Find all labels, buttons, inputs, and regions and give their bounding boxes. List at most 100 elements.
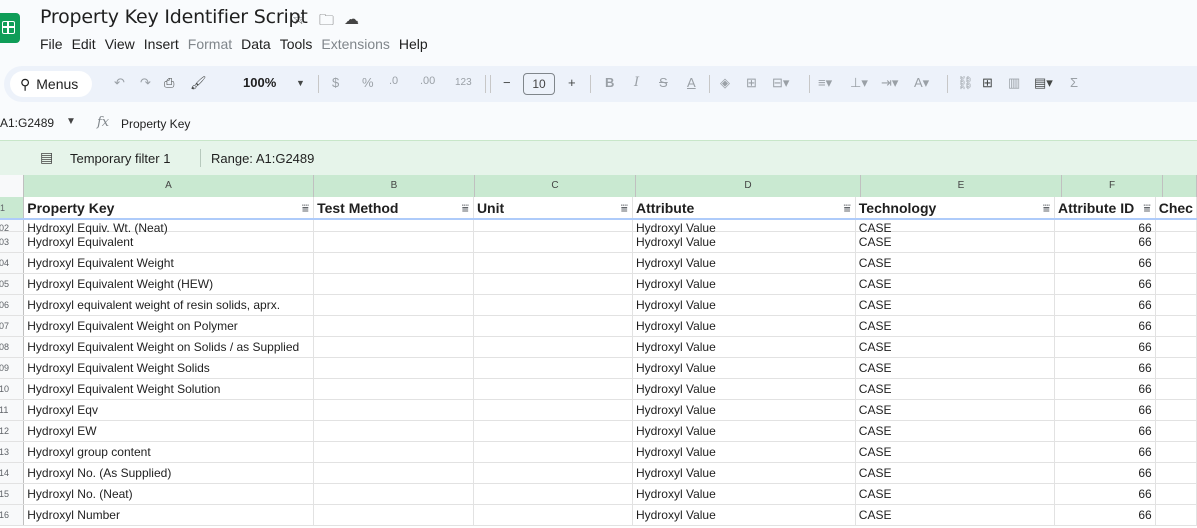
cell-a[interactable]: Hydroxyl group content (23, 441, 315, 463)
cell-a[interactable]: Hydroxyl Equivalent Weight (HEW) (23, 273, 315, 295)
cell-g[interactable] (1155, 483, 1197, 505)
menu-help[interactable]: Help (399, 36, 435, 52)
cell-c[interactable] (473, 378, 633, 400)
sheets-logo-icon[interactable] (0, 13, 20, 43)
row-number[interactable]: 503 (0, 231, 25, 253)
cell-f[interactable]: 66 (1054, 336, 1156, 358)
row-number[interactable]: 508 (0, 336, 25, 358)
cell-c[interactable] (473, 441, 633, 463)
cell-g[interactable] (1155, 462, 1197, 484)
filter-icon[interactable]: ⩸ (1043, 201, 1050, 216)
cell-f[interactable]: 66 (1054, 294, 1156, 316)
cell-d[interactable]: Hydroxyl Value (632, 462, 856, 484)
cell-d[interactable]: Hydroxyl Value (632, 399, 856, 421)
cell-a[interactable]: Hydroxyl Equivalent Weight on Solids / a… (23, 336, 315, 358)
cell-a[interactable]: Hydroxyl No. (Neat) (23, 483, 315, 505)
cell-d[interactable]: Hydroxyl Value (632, 420, 856, 442)
cell-g[interactable] (1155, 315, 1197, 337)
menu-extensions[interactable]: Extensions (321, 36, 396, 52)
header-cell[interactable]: Attribute ⩸ (632, 197, 856, 220)
cell-a[interactable]: Hydroxyl Equivalent Weight Solids (23, 357, 315, 379)
cell-a[interactable]: Hydroxyl No. (As Supplied) (23, 462, 315, 484)
row-number[interactable]: 502 (0, 219, 25, 232)
cell-b[interactable] (313, 336, 474, 358)
cell-c[interactable] (473, 219, 633, 232)
cell-g[interactable] (1155, 441, 1197, 463)
column-header-d[interactable]: D (636, 175, 861, 197)
cell-e[interactable]: CASE (855, 336, 1055, 358)
cell-d[interactable]: Hydroxyl Value (632, 504, 856, 526)
fill-color-icon[interactable]: ◈ (720, 75, 730, 91)
cell-e[interactable]: CASE (855, 252, 1055, 274)
header-cell[interactable]: Test Method ⩸ (313, 197, 474, 220)
cell-c[interactable] (473, 294, 633, 316)
menu-insert[interactable]: Insert (144, 36, 186, 52)
cell-g[interactable] (1155, 357, 1197, 379)
cell-b[interactable] (313, 219, 474, 232)
cell-c[interactable] (473, 399, 633, 421)
cell-e[interactable]: CASE (855, 315, 1055, 337)
cell-a[interactable]: Hydroxyl Equivalent Weight (23, 252, 315, 274)
cell-e[interactable]: CASE (855, 462, 1055, 484)
strikethrough-icon[interactable]: S (659, 75, 668, 90)
zoom-select[interactable]: 100% (243, 75, 276, 90)
row-number[interactable]: 505 (0, 273, 25, 295)
bold-button[interactable]: B (605, 75, 614, 90)
text-color-icon[interactable]: A (687, 75, 696, 90)
cell-d[interactable]: Hydroxyl Value (632, 315, 856, 337)
row-number[interactable]: 515 (0, 483, 25, 505)
cell-f[interactable]: 66 (1054, 462, 1156, 484)
cell-d[interactable]: Hydroxyl Value (632, 219, 856, 234)
cell-g[interactable] (1155, 252, 1197, 274)
filter-icon[interactable]: ⩸ (1143, 201, 1150, 216)
cloud-status-icon[interactable]: ☁ (344, 10, 359, 28)
cell-b[interactable] (313, 399, 474, 421)
cell-d[interactable]: Hydroxyl Value (632, 336, 856, 358)
cell-f[interactable]: 66 (1054, 219, 1156, 234)
cell-c[interactable] (473, 357, 633, 379)
cell-f[interactable]: 66 (1054, 252, 1156, 274)
sheet-grid[interactable]: 1 Property Key ⩸ Test Method ⩸ Unit ⩸ Attribute… (0, 197, 1197, 528)
cell-f[interactable]: 66 (1054, 315, 1156, 337)
borders-icon[interactable]: ⊞ (746, 75, 757, 91)
move-folder-icon[interactable]: 🗀 (319, 10, 334, 35)
cell-e[interactable]: CASE (855, 219, 1055, 234)
menus-search-button[interactable]: ⚲ Menus (10, 71, 93, 97)
cell-f[interactable]: 66 (1054, 378, 1156, 400)
name-box-chevron-down-icon[interactable]: ▼ (66, 116, 76, 127)
row-number[interactable]: 509 (0, 357, 25, 379)
functions-icon[interactable]: Σ (1070, 75, 1078, 90)
filter-name[interactable]: Temporary filter 1 (70, 151, 170, 166)
text-rotation-icon[interactable]: A▾ (914, 75, 929, 91)
cell-c[interactable] (473, 504, 633, 526)
menu-tools[interactable]: Tools (280, 36, 320, 52)
cell-g[interactable] (1155, 294, 1197, 316)
formula-input[interactable]: Property Key (121, 117, 190, 131)
menu-file[interactable]: File (40, 36, 70, 52)
row-number[interactable]: 513 (0, 441, 25, 463)
row-number[interactable]: 1 (0, 197, 25, 220)
cell-a[interactable]: Hydroxyl Equivalent Weight Solution (23, 378, 315, 400)
cell-c[interactable] (473, 420, 633, 442)
text-wrapping-icon[interactable]: ⇥▾ (881, 75, 898, 91)
cell-b[interactable] (313, 462, 474, 484)
insert-chart-icon[interactable]: ▥ (1008, 75, 1020, 91)
horizontal-align-icon[interactable]: ≡▾ (818, 75, 832, 91)
menu-format[interactable]: Format (188, 36, 239, 52)
cell-d[interactable]: Hydroxyl Value (632, 357, 856, 379)
cell-e[interactable]: CASE (855, 483, 1055, 505)
cell-c[interactable] (473, 315, 633, 337)
name-box[interactable]: A1:G2489 (0, 116, 54, 130)
create-filter-icon[interactable]: ▤▾ (1034, 75, 1053, 91)
cell-e[interactable]: CASE (855, 441, 1055, 463)
cell-e[interactable]: CASE (855, 273, 1055, 295)
cell-e[interactable]: CASE (855, 231, 1055, 253)
cell-f[interactable]: 66 (1054, 399, 1156, 421)
decrease-decimal-button[interactable]: .0 (389, 75, 398, 87)
italic-button[interactable]: I (634, 75, 639, 90)
row-number[interactable]: 512 (0, 420, 25, 442)
insert-comment-icon[interactable]: ⊞ (982, 75, 993, 91)
cell-b[interactable] (313, 315, 474, 337)
cell-a[interactable]: Hydroxyl Equivalent (23, 231, 315, 253)
header-cell[interactable]: Technology ⩸ (855, 197, 1055, 220)
